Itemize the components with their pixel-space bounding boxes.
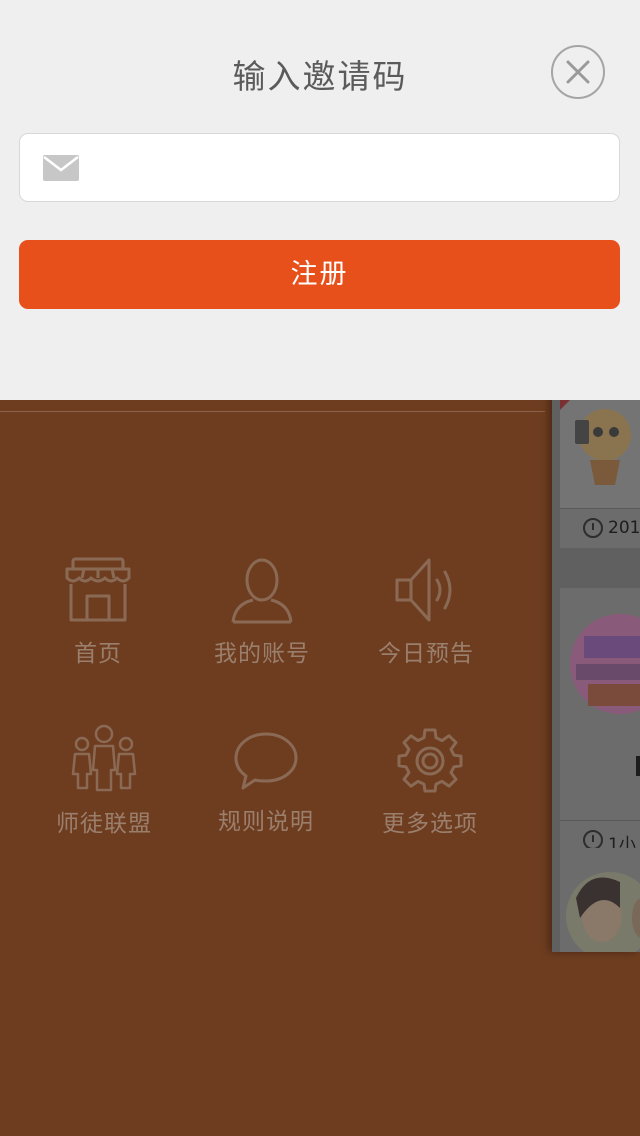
user-icon [231, 558, 293, 624]
menu-label-more: 更多选项 [382, 811, 478, 837]
invite-code-field[interactable] [19, 133, 620, 202]
card-time: 201 [608, 518, 640, 538]
close-button[interactable] [551, 45, 605, 99]
main-content-peek[interactable]: 201 1小 [552, 390, 640, 952]
chat-bubble-icon [234, 732, 298, 790]
feed-card[interactable]: 1小 [560, 588, 640, 860]
menu-item-alliance[interactable]: 师徒联盟 [34, 724, 174, 838]
menu-item-rules[interactable]: 规则说明 [196, 730, 336, 836]
feed-card[interactable]: 201 [560, 390, 640, 548]
menu-label-home: 首页 [74, 641, 122, 667]
photo-thumbnail [560, 848, 640, 952]
speaker-icon [395, 558, 452, 622]
feed-card[interactable] [560, 848, 640, 952]
menu-label-preview: 今日预告 [378, 641, 474, 667]
menu-label-alliance: 师徒联盟 [56, 811, 152, 837]
menu-item-preview[interactable]: 今日预告 [356, 556, 496, 668]
menu-item-more[interactable]: 更多选项 [360, 728, 500, 838]
close-icon [566, 60, 590, 84]
clock-icon [583, 518, 603, 538]
cartoon-thumbnail [560, 390, 640, 508]
invite-code-input[interactable] [112, 134, 607, 201]
promo-thumbnail [560, 588, 640, 794]
register-button[interactable]: 注册 [19, 240, 620, 309]
store-icon [65, 557, 131, 622]
menu-label-rules: 规则说明 [218, 809, 314, 835]
clock-icon [583, 830, 603, 850]
dialog-title: 输入邀请码 [232, 57, 408, 96]
gear-icon [397, 728, 463, 793]
menu-item-account[interactable]: 我的账号 [192, 556, 332, 668]
invite-code-dialog: 输入邀请码 注册 [0, 0, 640, 400]
group-icon [71, 724, 137, 792]
mail-icon [43, 155, 79, 181]
menu-label-account: 我的账号 [214, 641, 310, 667]
menu-item-home[interactable]: 首页 [28, 556, 168, 668]
card-meta: 201 [560, 508, 640, 548]
